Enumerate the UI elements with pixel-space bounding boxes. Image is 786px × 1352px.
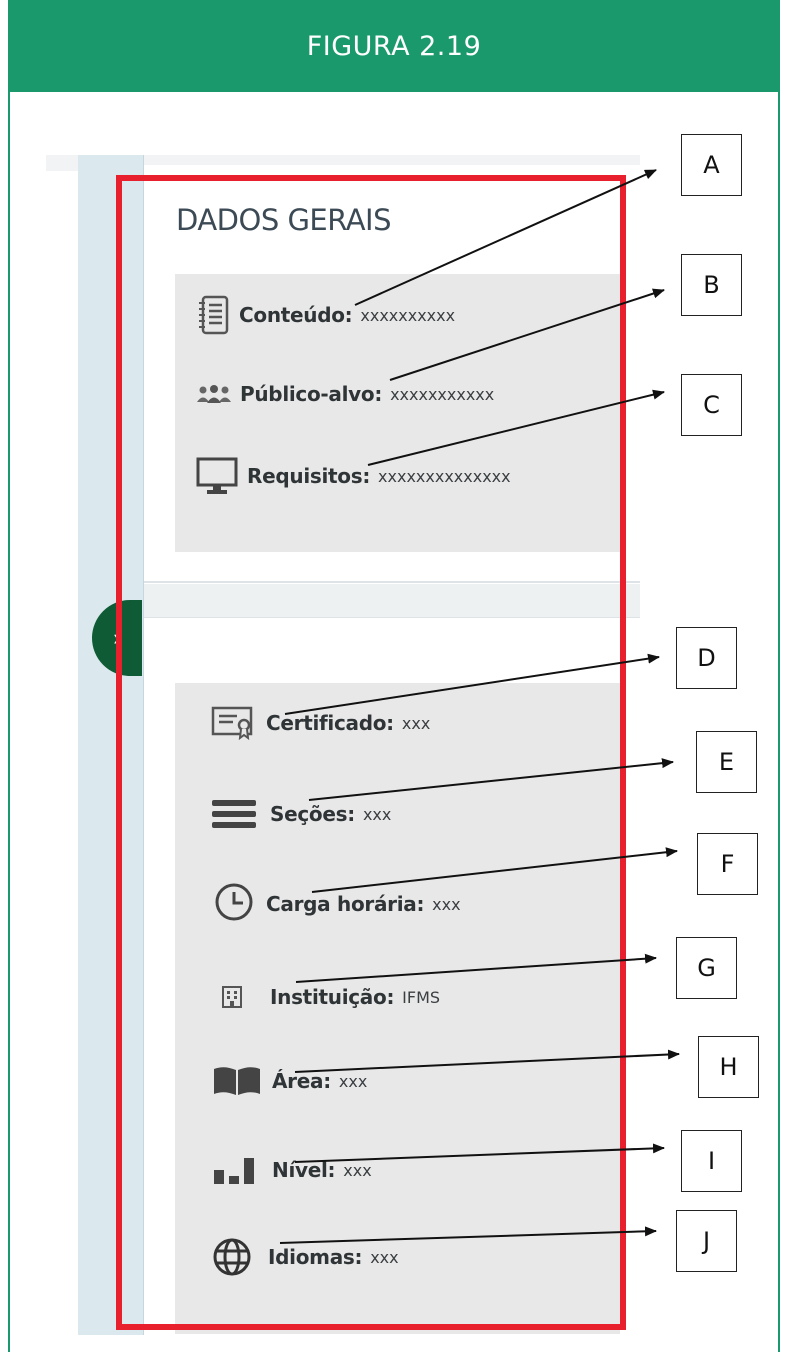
chevron-right-icon: › <box>113 625 121 650</box>
row-idiomas: Idiomas: xxx <box>212 1235 399 1279</box>
callout-label-b: B <box>681 254 742 316</box>
item-value: IFMS <box>402 987 441 1007</box>
item-label: Idiomas: <box>268 1245 363 1269</box>
bar-chart-icon <box>212 1154 264 1186</box>
item-label: Conteúdo: <box>239 303 353 327</box>
card-separator <box>144 584 640 618</box>
row-publico-alvo: Público-alvo: xxxxxxxxxxx <box>196 382 494 406</box>
page-left-pad <box>46 155 78 171</box>
callout-label-h: H <box>698 1036 759 1098</box>
item-value: xxx <box>432 894 461 914</box>
item-label: Instituição: <box>270 985 395 1009</box>
row-instituicao: Instituição: IFMS <box>220 985 440 1009</box>
row-secoes: Seções: xxx <box>210 798 391 830</box>
callout-label-g: G <box>676 937 737 999</box>
row-nivel: Nível: xxx <box>212 1154 372 1186</box>
globe-icon <box>212 1235 260 1279</box>
item-label: Seções: <box>270 802 355 826</box>
item-label: Público-alvo: <box>240 382 383 406</box>
notebook-icon <box>197 295 231 335</box>
row-conteudo: Conteúdo: xxxxxxxxxx <box>197 295 455 335</box>
item-value: xxx <box>362 804 392 824</box>
sidebar-strip <box>78 155 144 1335</box>
item-label: Área: <box>272 1069 331 1093</box>
item-value: xxx <box>370 1247 399 1267</box>
users-icon <box>196 384 232 404</box>
callout-label-j: J <box>676 1210 737 1272</box>
certificate-icon <box>210 705 258 741</box>
item-label: Carga horária: <box>266 892 425 916</box>
sections-icon <box>210 798 262 830</box>
row-certificado: Certificado: xxx <box>210 705 430 741</box>
row-requisitos: Requisitos: xxxxxxxxxxxxxx <box>195 456 511 496</box>
figure-title: FIGURA 2.19 <box>8 0 780 92</box>
general-data-card: DADOS GERAIS <box>144 165 640 583</box>
book-icon <box>212 1065 264 1097</box>
callout-label-a: A <box>681 134 742 196</box>
item-value: xxxxxxxxxxx <box>390 384 495 404</box>
callout-label-d: D <box>676 627 737 689</box>
callout-label-f: F <box>697 833 758 895</box>
item-value: xxx <box>401 713 431 733</box>
callout-label-e: E <box>696 731 757 793</box>
item-label: Certificado: <box>266 711 394 735</box>
monitor-icon <box>195 456 239 496</box>
item-value: xxx <box>338 1071 368 1091</box>
item-label: Nível: <box>272 1158 336 1182</box>
section-title: DADOS GERAIS <box>176 203 392 237</box>
row-carga-horaria: Carga horária: xxx <box>214 882 461 926</box>
row-area: Área: xxx <box>212 1065 367 1097</box>
item-value: xxx <box>343 1160 372 1180</box>
item-value: xxxxxxxxxx <box>360 305 456 325</box>
item-label: Requisitos: <box>247 464 371 488</box>
callout-label-c: C <box>681 374 742 436</box>
callout-label-i: I <box>681 1130 742 1192</box>
clock-icon <box>214 882 258 926</box>
item-value: xxxxxxxxxxxxxx <box>378 466 511 486</box>
building-icon <box>220 985 262 1009</box>
